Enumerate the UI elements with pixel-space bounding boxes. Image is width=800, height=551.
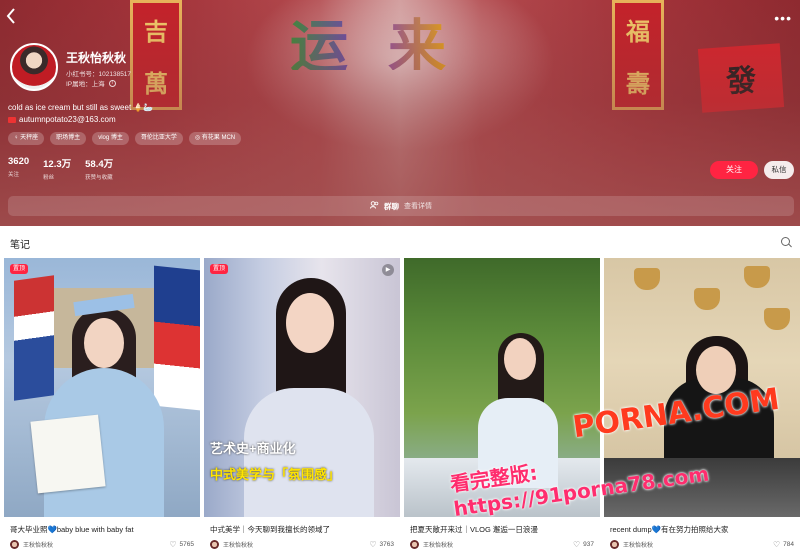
- ip-location: IP属地：上海 i: [66, 78, 116, 88]
- email-text: autumnpotato23@163.com: [19, 115, 116, 124]
- heart-icon[interactable]: ♡: [169, 540, 176, 549]
- profile-stats: 3620 关注 12.3万 粉丝 58.4万 获赞与收藏: [8, 156, 113, 181]
- profile-name: 王秋怡秋秋: [66, 51, 127, 65]
- profile-tags: ♀ 天秤座 职场博主 vlog 博主 哥伦比亚大学 ◎ 有花果 MCN: [8, 132, 242, 145]
- stat-following[interactable]: 3620 关注: [8, 156, 29, 181]
- profile-tag[interactable]: ◎ 有花果 MCN: [188, 132, 242, 145]
- cover-overlay-text: 艺术史+商业化: [210, 441, 296, 456]
- pinned-badge: 置顶: [10, 264, 29, 274]
- note-title: 中式美学｜今天聊到我擅长的领域了: [210, 525, 330, 534]
- author-avatar: [10, 540, 19, 549]
- pinned-badge: 置顶: [210, 264, 229, 274]
- more-button[interactable]: •••: [774, 10, 792, 26]
- note-author: 王秋怡秋秋: [23, 543, 54, 549]
- author-avatar: [210, 540, 219, 549]
- note-card[interactable]: 置顶 哥大毕业照💙baby blue with baby fat 王秋怡秋秋 ♡…: [4, 258, 200, 551]
- profile-tag[interactable]: 哥伦比亚大学: [134, 132, 183, 145]
- profile-id: 小红书号：102138517: [66, 71, 132, 78]
- group-chat-label: 群聊: [384, 201, 399, 211]
- avatar[interactable]: [10, 43, 58, 91]
- note-title: recent dump💙有在努力拍照给大家: [610, 525, 729, 534]
- video-play-icon: ▶: [382, 264, 394, 276]
- cover-overlay-text: 中式美学与「氛围感」: [210, 467, 341, 482]
- author-avatar: [410, 540, 419, 549]
- note-footer: 王秋怡秋秋 ♡ 5765: [10, 540, 194, 549]
- author-avatar: [610, 540, 619, 549]
- message-button[interactable]: 私信: [764, 161, 794, 179]
- search-icon[interactable]: [781, 237, 790, 246]
- banner-shade: [0, 0, 800, 226]
- stat-followers[interactable]: 12.3万 粉丝: [43, 156, 71, 181]
- profile-tag[interactable]: ♀ 天秤座: [8, 132, 45, 145]
- group-chat-icon: [370, 201, 379, 211]
- note-likes: 937: [583, 541, 594, 548]
- notes-section-title[interactable]: 笔记: [10, 236, 30, 251]
- heart-icon[interactable]: ♡: [369, 540, 376, 549]
- note-author: 王秋怡秋秋: [623, 543, 654, 549]
- stat-label: 获赞与收藏: [85, 175, 113, 181]
- heart-icon[interactable]: ♡: [573, 540, 580, 549]
- stat-likes[interactable]: 58.4万 获赞与收藏: [85, 156, 113, 181]
- group-chat-detail: 查看详情: [404, 203, 432, 210]
- note-likes: 5765: [179, 541, 194, 548]
- note-footer: 王秋怡秋秋 ♡ 784: [610, 540, 794, 549]
- note-card[interactable]: 艺术史+商业化 中式美学与「氛围感」 置顶 ▶ 中式美学｜今天聊到我擅长的领域了…: [204, 258, 400, 551]
- profile-tag[interactable]: 职场博主: [50, 132, 87, 145]
- note-footer: 王秋怡秋秋 ♡ 3763: [210, 540, 394, 549]
- note-footer: 王秋怡秋秋 ♡ 937: [410, 540, 594, 549]
- note-title: 哥大毕业照💙baby blue with baby fat: [10, 525, 134, 534]
- profile-bio: cold as ice cream but still as sweet 🍦🦢: [8, 103, 154, 112]
- chevron-left-icon: [6, 8, 15, 24]
- note-author: 王秋怡秋秋: [223, 543, 254, 549]
- more-dots-icon: •••: [774, 10, 792, 26]
- note-title: 把夏天敞开来过｜VLOG 邂逅一日浪漫: [410, 525, 538, 534]
- note-likes: 3763: [379, 541, 394, 548]
- note-cover-image: 置顶: [4, 258, 200, 517]
- stat-value: 3620: [8, 156, 30, 167]
- stat-value: 58.4万: [85, 159, 114, 170]
- follow-button[interactable]: 关注: [710, 161, 758, 179]
- back-button[interactable]: [6, 8, 22, 26]
- ip-location-text: IP属地：上海: [66, 81, 105, 88]
- heart-icon[interactable]: ♡: [773, 540, 780, 549]
- profile-email: autumnpotato23@163.com: [8, 115, 116, 124]
- mail-icon: [8, 116, 16, 123]
- profile-banner: 吉 萬 运来 福 壽 發: [0, 0, 800, 226]
- stat-value: 12.3万: [43, 159, 72, 170]
- stat-label: 粉丝: [43, 175, 55, 181]
- stat-label: 关注: [8, 172, 20, 178]
- profile-tag[interactable]: vlog 博主: [92, 132, 129, 145]
- group-chat-bar[interactable]: 群聊 查看详情: [8, 196, 794, 216]
- info-icon[interactable]: i: [108, 79, 116, 87]
- note-likes: 784: [783, 541, 794, 548]
- note-cover-image: 艺术史+商业化 中式美学与「氛围感」 置顶 ▶: [204, 258, 400, 517]
- note-author: 王秋怡秋秋: [423, 543, 454, 549]
